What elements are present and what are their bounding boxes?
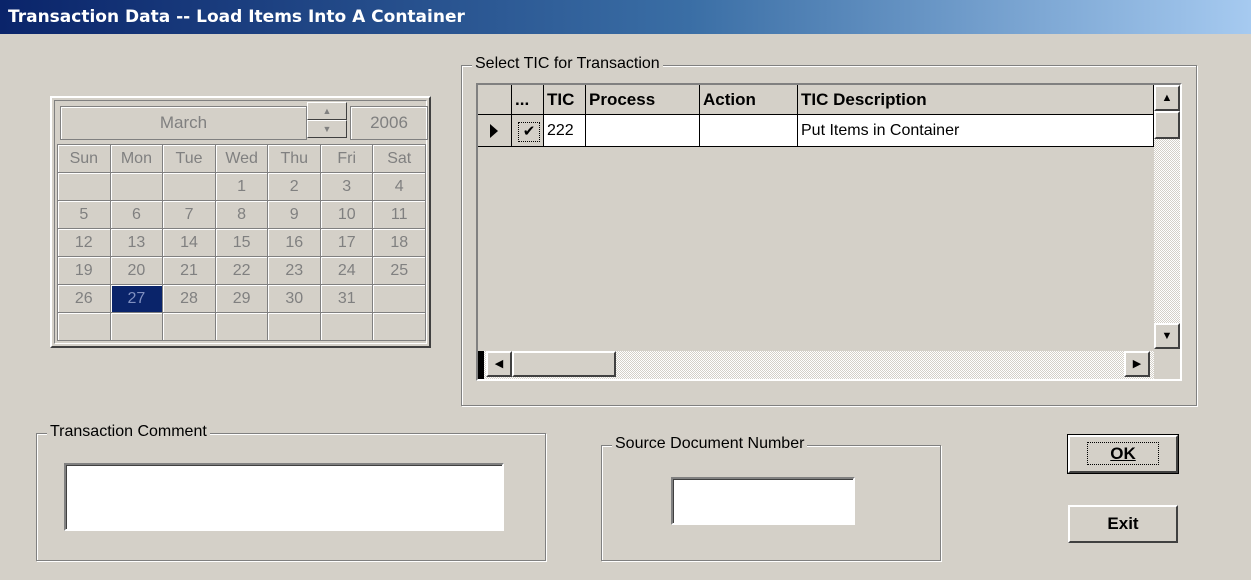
calendar-day[interactable]: 27 [109,284,164,313]
row-selector-header [478,85,512,115]
calendar-frame: March ▲ ▼ 2006 Sun Mon Tue Wed Thu Fri Sat 1 2 3 4… [54,100,428,344]
calendar-day[interactable]: 9 [267,200,322,229]
calendar-day[interactable]: 7 [162,200,216,229]
row-action-cell[interactable] [700,115,798,147]
calendar-day[interactable]: 1 [214,172,269,201]
scrollbar-marker [478,351,484,379]
weekday-header: Fri [320,144,374,173]
tic-group-legend: Select TIC for Transaction [472,55,663,73]
calendar-day[interactable]: 23 [267,256,322,285]
calendar-day[interactable] [57,312,111,341]
weekday-header: Sat [372,144,426,173]
weekday-header: Tue [162,144,216,173]
calendar-day[interactable]: 20 [109,256,164,285]
spin-down-icon[interactable]: ▼ [307,120,347,138]
col-header-description[interactable]: TIC Description [798,85,1154,115]
row-pointer-icon [490,124,498,138]
col-header-action[interactable]: Action [700,85,798,115]
calendar-day[interactable] [162,312,216,341]
window-title: Transaction Data -- Load Items Into A Co… [8,7,465,27]
calendar-day[interactable]: 28 [162,284,216,313]
calendar-month: March [60,106,307,140]
calendar-day[interactable]: 5 [57,200,111,229]
calendar-day[interactable]: 10 [320,200,374,229]
scroll-up-icon[interactable]: ▲ [1154,85,1180,111]
calendar-day[interactable]: 30 [267,284,322,313]
calendar-day[interactable]: 6 [109,200,164,229]
month-spinner[interactable]: ▲ ▼ [307,102,347,138]
calendar-day[interactable] [320,312,374,341]
title-bar: Transaction Data -- Load Items Into A Co… [0,0,1251,34]
calendar-day[interactable] [57,172,111,201]
vertical-scrollbar[interactable]: ▲ ▼ [1154,85,1180,349]
weekday-header: Mon [109,144,164,173]
horizontal-scroll-thumb[interactable] [512,351,616,377]
comment-legend: Transaction Comment [47,423,210,441]
calendar-day[interactable]: 14 [162,228,216,257]
weekday-header: Sun [57,144,111,173]
calendar-day[interactable] [109,172,164,201]
exit-button-label: Exit [1107,514,1139,533]
calendar-day[interactable] [372,284,426,313]
calendar-day[interactable]: 24 [320,256,374,285]
calendar-day[interactable]: 19 [57,256,111,285]
calendar-day[interactable]: 16 [267,228,322,257]
ok-button-label: OK [1087,442,1159,465]
calendar-day[interactable]: 11 [372,200,426,229]
calendar-day[interactable]: 21 [162,256,216,285]
tic-grid[interactable]: ... TIC Process Action TIC Description ✔… [476,83,1182,381]
calendar-day[interactable]: 3 [320,172,374,201]
source-doc-legend: Source Document Number [612,435,808,453]
vertical-scroll-thumb[interactable] [1154,111,1180,139]
col-header-process[interactable]: Process [586,85,700,115]
checkmark-icon[interactable]: ✔ [518,122,540,142]
calendar-day[interactable]: 12 [57,228,111,257]
scroll-right-icon[interactable]: ▶ [1124,351,1150,377]
calendar-day[interactable]: 17 [320,228,374,257]
exit-button[interactable]: Exit [1068,505,1178,543]
row-description-cell[interactable]: Put Items in Container [798,115,1154,147]
calendar-day[interactable] [372,312,426,341]
row-process-cell[interactable] [586,115,700,147]
calendar-day[interactable]: 26 [57,284,111,313]
calendar-day[interactable]: 13 [109,228,164,257]
row-selector[interactable] [478,115,512,147]
source-doc-input[interactable] [671,477,855,525]
horizontal-scrollbar[interactable]: ◀ ▶ [478,351,1154,379]
row-tic-cell[interactable]: 222 [544,115,586,147]
calendar-day[interactable]: 31 [320,284,374,313]
calendar-day[interactable]: 25 [372,256,426,285]
calendar-table: Sun Mon Tue Wed Thu Fri Sat 1 2 3 4 5 6 7 8 9 10 11 12 13 14… [57,144,426,341]
scroll-down-icon[interactable]: ▼ [1154,323,1180,349]
calendar-day[interactable]: 18 [372,228,426,257]
calendar-day[interactable] [267,312,322,341]
calendar-year: 2006 [350,106,428,140]
weekday-header: Thu [267,144,322,173]
scroll-left-icon[interactable]: ◀ [486,351,512,377]
calendar-day[interactable]: 22 [214,256,269,285]
comment-input[interactable] [64,463,504,531]
col-header-check[interactable]: ... [512,85,544,115]
col-header-tic[interactable]: TIC [544,85,586,115]
calendar-day[interactable] [214,312,269,341]
calendar-day[interactable]: 15 [214,228,269,257]
spin-up-icon[interactable]: ▲ [307,102,347,120]
calendar-day[interactable]: 4 [372,172,426,201]
calendar-day[interactable]: 29 [214,284,269,313]
calendar-grid: Sun Mon Tue Wed Thu Fri Sat 1 2 3 4 5 6 7 8 9 10 11 12 13 14… [57,144,426,341]
calendar-day[interactable] [109,312,164,341]
weekday-header: Wed [214,144,269,173]
calendar-day[interactable]: 8 [214,200,269,229]
ok-button[interactable]: OK [1067,434,1179,474]
calendar[interactable]: March ▲ ▼ 2006 Sun Mon Tue Wed Thu Fri Sat 1 2 3 4… [50,96,431,348]
calendar-day[interactable]: 2 [267,172,322,201]
calendar-day[interactable] [162,172,216,201]
row-check-cell[interactable]: ✔ [512,115,544,147]
